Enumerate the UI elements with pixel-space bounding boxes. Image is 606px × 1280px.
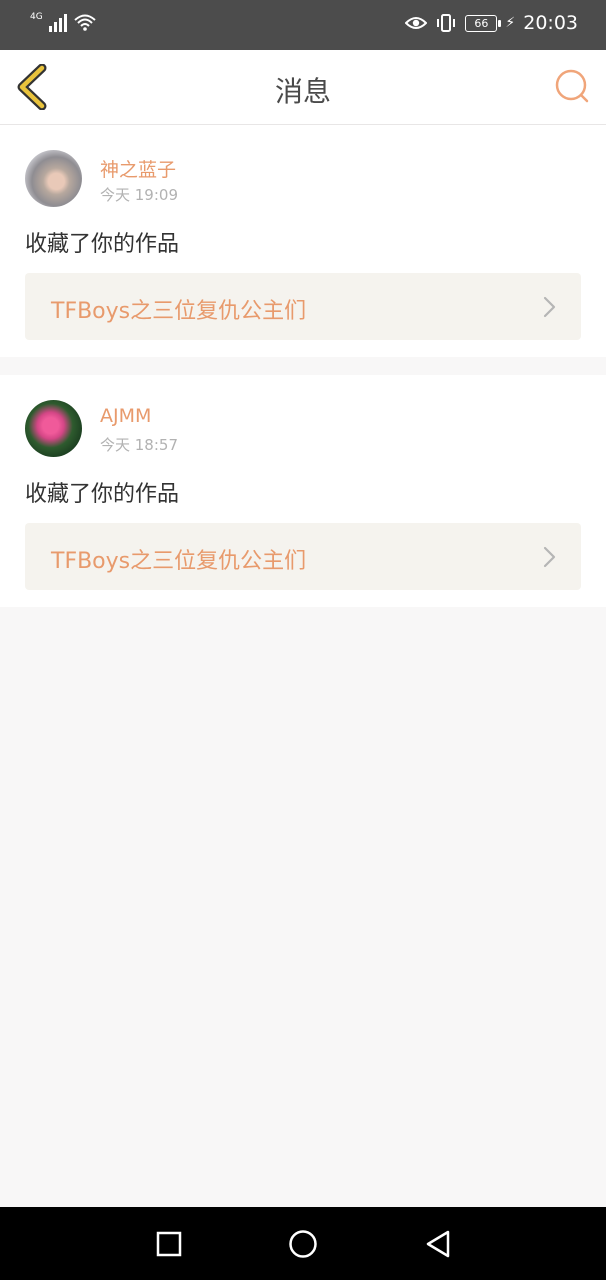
avatar[interactable] [25, 400, 82, 457]
work-title: TFBoys之三位复仇公主们 [51, 549, 307, 574]
network-type: 4G [30, 12, 43, 22]
recent-apps-icon[interactable] [154, 1229, 184, 1259]
message-time: 今天 18:57 [100, 436, 178, 454]
message-text: 收藏了你的作品 [25, 482, 180, 507]
status-left: 4G [30, 12, 97, 32]
username[interactable]: AJMM [100, 405, 151, 427]
clock: 20:03 [523, 12, 578, 34]
battery-icon: 66 [465, 14, 502, 32]
vibrate-icon [437, 14, 456, 32]
charging-icon: ⚡ [505, 15, 516, 31]
system-nav-bar [0, 1207, 606, 1280]
home-icon[interactable] [288, 1229, 318, 1259]
work-link[interactable]: TFBoys之三位复仇公主们 [25, 523, 581, 590]
work-title: TFBoys之三位复仇公主们 [51, 299, 307, 324]
page-title: 消息 [274, 75, 331, 108]
back-nav-icon[interactable] [424, 1229, 454, 1259]
wifi-icon [74, 14, 96, 31]
chevron-right-icon [543, 296, 556, 318]
status-bar: 4G 66 ⚡ 20:03 [0, 0, 606, 50]
work-link[interactable]: TFBoys之三位复仇公主们 [25, 273, 581, 340]
username[interactable]: 神之蓝子 [100, 155, 176, 182]
message-card: AJMM 今天 18:57 收藏了你的作品 TFBoys之三位复仇公主们 [0, 375, 606, 607]
eye-icon [405, 17, 428, 29]
search-icon[interactable] [554, 68, 590, 104]
message-time: 今天 19:09 [100, 186, 178, 204]
avatar[interactable] [25, 150, 82, 207]
signal-icon [48, 12, 67, 32]
chevron-right-icon [543, 546, 556, 568]
message-card: 神之蓝子 今天 19:09 收藏了你的作品 TFBoys之三位复仇公主们 [0, 125, 606, 357]
header-bar: 消息 [0, 50, 606, 125]
status-right: 66 ⚡ 20:03 [405, 12, 578, 34]
message-text: 收藏了你的作品 [25, 232, 180, 257]
